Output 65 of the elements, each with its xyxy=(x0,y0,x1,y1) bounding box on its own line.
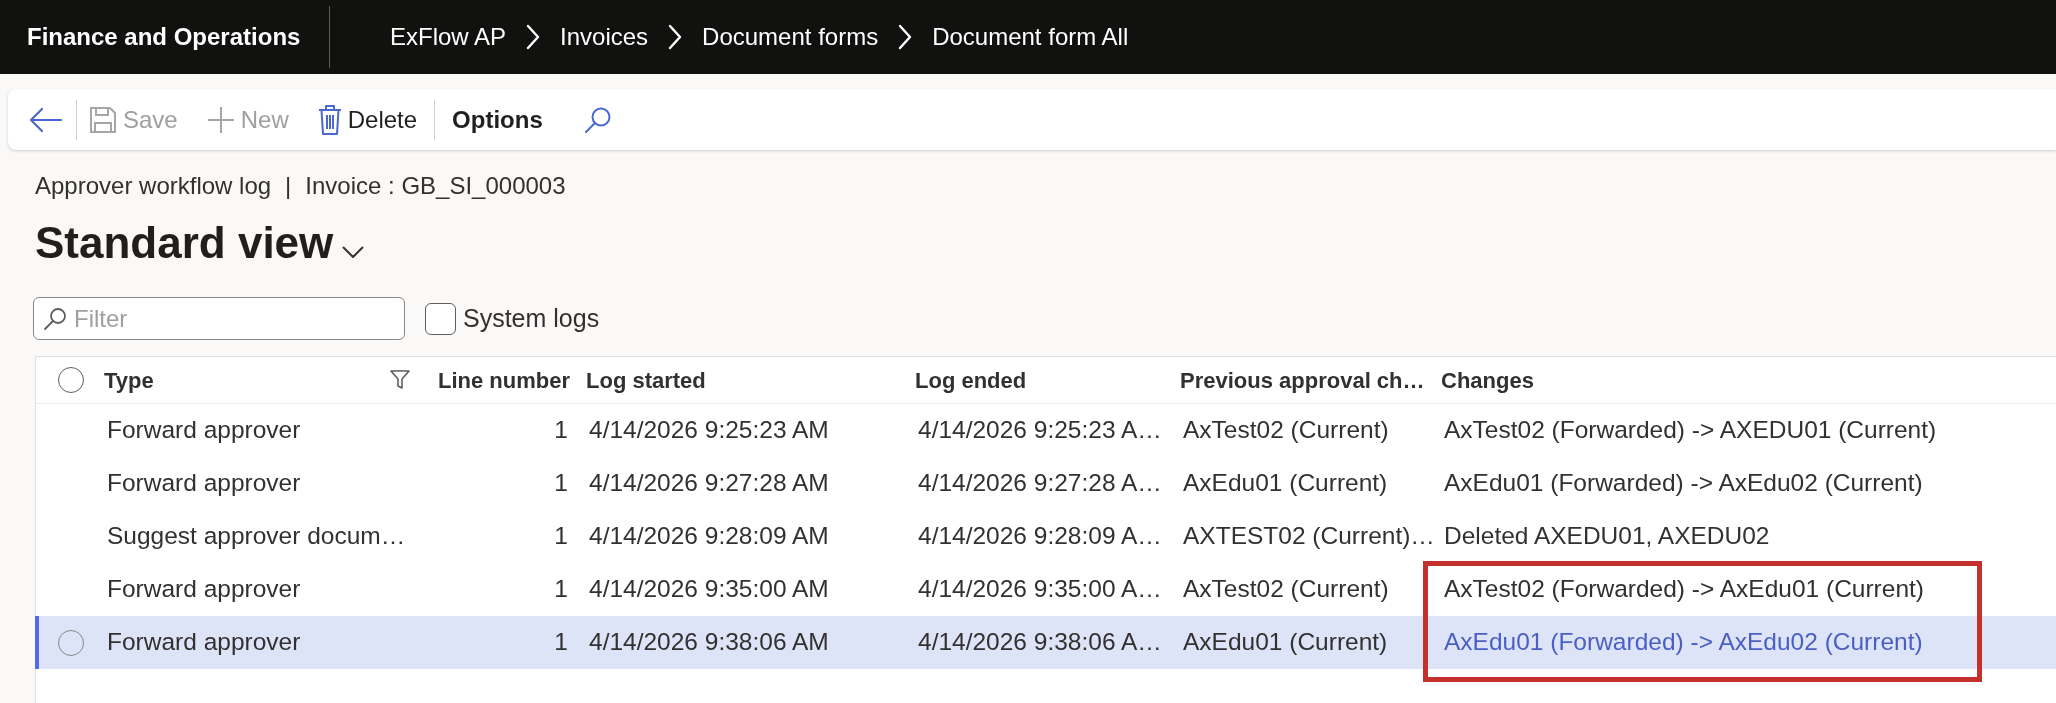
column-header[interactable]: Log ended xyxy=(915,363,1180,397)
column-header[interactable]: Previous approval ch… xyxy=(1180,363,1441,397)
app-title[interactable]: Finance and Operations xyxy=(27,19,329,55)
table-cell-text: Forward approver xyxy=(107,468,301,499)
table-cell-text: AxTest02 (Current) xyxy=(1183,574,1389,605)
column-header[interactable]: Changes xyxy=(1441,363,2056,397)
column-header[interactable]: Log started xyxy=(570,363,915,397)
table-cell-text: AxEdu01 (Current) xyxy=(1183,468,1388,499)
chevron-right-icon xyxy=(898,24,913,50)
column-header[interactable]: Line number xyxy=(438,363,570,397)
chevron-right-icon xyxy=(526,24,541,50)
breadcrumb-link[interactable]: Document form All xyxy=(932,19,1129,55)
table-cell-text: 1 xyxy=(554,468,568,499)
table-cell-text: 1 xyxy=(554,574,568,605)
table-row[interactable]: Forward approver 1 4/14/2026 9:25:23 AM 4/14/2026 9:25:23 A… AxTest02 (Current) AxTest02 (Forwarded) -> AXEDU01 (Current) xyxy=(35,404,2056,457)
table-cell-text: 4/14/2026 9:35:00 A… xyxy=(918,574,1162,605)
table-cell-text: Forward approver xyxy=(107,415,301,446)
column-header[interactable]: Type xyxy=(104,363,438,397)
arrow-left-icon xyxy=(29,106,63,133)
table-cell-text: AXTEST02 (Current)… xyxy=(1183,521,1435,552)
options-button[interactable]: Options xyxy=(443,96,552,143)
table-cell-text: AxTest02 (Current) xyxy=(1183,415,1389,446)
chevron-right-icon xyxy=(668,24,683,50)
filter-field[interactable]: Filter xyxy=(33,297,405,340)
search-icon xyxy=(44,308,66,330)
table-cell-text: 1 xyxy=(554,627,568,658)
table-cell-text: Deleted AXEDU01, AXEDU02 xyxy=(1444,521,1770,552)
checkbox[interactable] xyxy=(425,302,456,335)
view-selector[interactable]: Standard view xyxy=(35,216,365,270)
filter-funnel-icon xyxy=(390,370,410,390)
table-cell-text: 4/14/2026 9:27:28 AM xyxy=(589,468,829,499)
table-cell-text: Forward approver xyxy=(107,627,301,658)
table-cell-text: AxTest02 (Forwarded) -> AXEDU01 (Current) xyxy=(1444,415,1937,446)
delete-button[interactable]: Delete xyxy=(309,96,427,143)
table-cell-text: AxEdu01 (Current) xyxy=(1183,627,1388,658)
search-icon xyxy=(584,106,611,133)
table-row[interactable]: Forward approver 1 4/14/2026 9:27:28 AM 4/14/2026 9:27:28 A… AxEdu01 (Current) AxEdu01 (Forwarded) -> AxEdu02 (Current) xyxy=(35,457,2056,510)
title-separator: | xyxy=(285,171,292,201)
table-cell-text: 4/14/2026 9:27:28 A… xyxy=(918,468,1162,499)
table-cell-text: 4/14/2026 9:38:06 A… xyxy=(918,627,1162,658)
table-cell-text: 4/14/2026 9:38:06 AM xyxy=(589,627,829,658)
table-row[interactable]: Suggest approver docum… 1 4/14/2026 9:28:09 AM 4/14/2026 9:28:09 A… AXTEST02 (Current)… Deleted AXEDU01, AXEDU02 xyxy=(35,510,2056,563)
breadcrumb-link[interactable]: Invoices xyxy=(560,19,649,55)
table-cell-text: Forward approver xyxy=(107,574,301,605)
breadcrumb-link[interactable]: ExFlow AP xyxy=(390,19,507,55)
table-cell-text: 4/14/2026 9:35:00 AM xyxy=(589,574,829,605)
table-row[interactable]: Forward approver 1 4/14/2026 9:38:06 AM 4/14/2026 9:38:06 A… AxEdu01 (Current) AxEdu01 (Forwarded) -> AxEdu02 (Current) xyxy=(35,616,2056,669)
checkbox-label[interactable]: System logs xyxy=(463,299,600,338)
chevron-down-icon xyxy=(342,246,365,258)
plus-icon xyxy=(207,106,234,133)
table-cell-text: Suggest approver docum… xyxy=(107,521,406,552)
table-cell-text: 4/14/2026 9:28:09 A… xyxy=(918,521,1162,552)
table-cell-text: 4/14/2026 9:25:23 A… xyxy=(918,415,1162,446)
table-cell-text: 4/14/2026 9:28:09 AM xyxy=(589,521,829,552)
trash-icon xyxy=(318,104,341,135)
table-cell-text: 4/14/2026 9:25:23 AM xyxy=(589,415,829,446)
table-cell-text: 1 xyxy=(554,415,568,446)
form-title: Approver workflow log xyxy=(35,171,272,201)
table-cell-text: AxEdu01 (Forwarded) -> AxEdu02 (Current) xyxy=(1444,468,1923,499)
table-cell-text: AxEdu01 (Forwarded) -> AxEdu02 (Current) xyxy=(1444,627,1923,658)
table-cell-text: 1 xyxy=(554,521,568,552)
table-row[interactable]: Forward approver 1 4/14/2026 9:35:00 AM 4/14/2026 9:35:00 A… AxTest02 (Current) AxTest02 (Forwarded) -> AxEdu01 (Current) xyxy=(35,563,2056,616)
breadcrumb-link[interactable]: Document forms xyxy=(702,19,879,55)
table-cell-text: AxTest02 (Forwarded) -> AxEdu01 (Current) xyxy=(1444,574,1924,605)
record-title: Invoice : GB_SI_000003 xyxy=(305,171,566,201)
